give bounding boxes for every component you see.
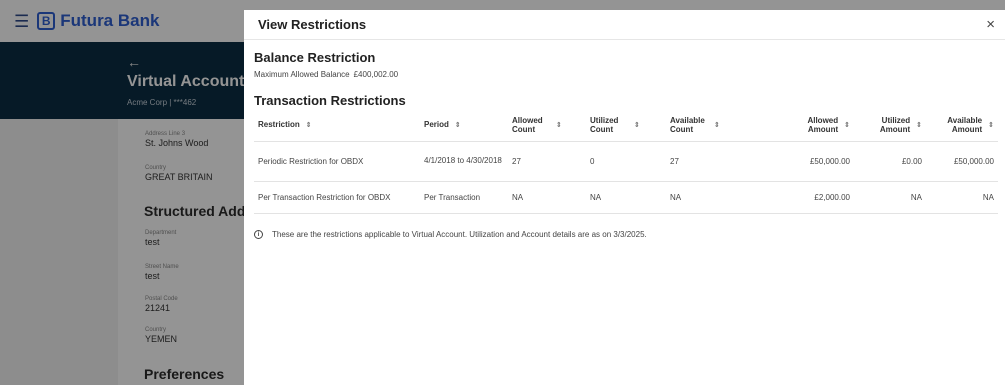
cell-allowed-amount: £2,000.00	[766, 181, 854, 214]
sort-icon[interactable]: ⇕	[916, 121, 922, 129]
col-period[interactable]: Period ⇕	[420, 109, 508, 142]
info-icon: i	[254, 230, 263, 239]
restrictions-note-text: These are the restrictions applicable to…	[272, 230, 647, 239]
sort-icon[interactable]: ⇕	[714, 121, 720, 129]
col-restriction[interactable]: Restriction ⇕	[254, 109, 420, 142]
table-row: Periodic Restriction for OBDX 4/1/2018 t…	[254, 141, 998, 182]
close-icon[interactable]: ×	[986, 16, 995, 33]
sort-icon[interactable]: ⇕	[455, 121, 461, 129]
col-utilized-count[interactable]: Utilized Count ⇕	[586, 109, 666, 142]
cell-utilized-count: NA	[586, 181, 666, 214]
restrictions-note: i These are the restrictions applicable …	[254, 230, 647, 239]
cell-available-count: 27	[666, 141, 766, 182]
col-available-amount[interactable]: Available Amount ⇕	[926, 109, 998, 142]
cell-restriction: Periodic Restriction for OBDX	[254, 141, 420, 182]
cell-allowed-amount: £50,000.00	[766, 141, 854, 182]
table-header-row: Restriction ⇕ Period ⇕ Allowed Count ⇕ Util…	[254, 109, 998, 142]
cell-allowed-count: NA	[508, 181, 586, 214]
cell-available-count: NA	[666, 181, 766, 214]
col-restriction-label: Restriction	[258, 120, 300, 130]
table-row: Per Transaction Restriction for OBDX Per…	[254, 181, 998, 214]
max-balance-label: Maximum Allowed Balance	[254, 70, 350, 79]
cell-period: Per Transaction	[420, 181, 508, 214]
col-utilized-amount[interactable]: Utilized Amount ⇕	[854, 109, 926, 142]
cell-restriction: Per Transaction Restriction for OBDX	[254, 181, 420, 214]
sort-icon[interactable]: ⇕	[306, 121, 312, 129]
cell-utilized-count: 0	[586, 141, 666, 182]
cell-allowed-count: 27	[508, 141, 586, 182]
col-available-amount-label: Available Amount	[947, 115, 983, 134]
cell-utilized-amount: £0.00	[854, 141, 926, 182]
sort-icon[interactable]: ⇕	[844, 121, 850, 129]
max-balance-value: £400,002.00	[353, 70, 399, 79]
sort-icon[interactable]: ⇕	[556, 121, 562, 129]
restrictions-table: Restriction ⇕ Period ⇕ Allowed Count ⇕ Util…	[254, 109, 998, 214]
col-utilized-count-label: Utilized Count	[590, 115, 619, 134]
cell-available-amount: NA	[926, 181, 998, 214]
col-period-label: Period	[424, 120, 449, 130]
cell-period: 4/1/2018 to 4/30/2018	[420, 141, 508, 182]
col-utilized-amount-label: Utilized Amount	[879, 115, 911, 134]
col-allowed-amount-label: Allowed Amount	[807, 115, 839, 134]
col-available-count-label: Available Count	[670, 115, 705, 134]
modal-title: View Restrictions	[258, 17, 367, 32]
max-balance-line: Maximum Allowed Balance £400,002.00	[254, 70, 398, 79]
cell-available-amount: £50,000.00	[926, 141, 998, 182]
col-available-count[interactable]: Available Count ⇕	[666, 109, 766, 142]
balance-restriction-heading: Balance Restriction	[254, 50, 376, 65]
view-restrictions-modal: View Restrictions × Balance Restriction …	[244, 10, 1005, 385]
col-allowed-amount[interactable]: Allowed Amount ⇕	[766, 109, 854, 142]
sort-icon[interactable]: ⇕	[634, 121, 640, 129]
sort-icon[interactable]: ⇕	[988, 121, 994, 129]
col-allowed-count-label: Allowed Count	[512, 115, 543, 134]
transaction-restrictions-heading: Transaction Restrictions	[254, 93, 406, 108]
cell-utilized-amount: NA	[854, 181, 926, 214]
modal-header: View Restrictions ×	[244, 10, 1005, 40]
col-allowed-count[interactable]: Allowed Count ⇕	[508, 109, 586, 142]
